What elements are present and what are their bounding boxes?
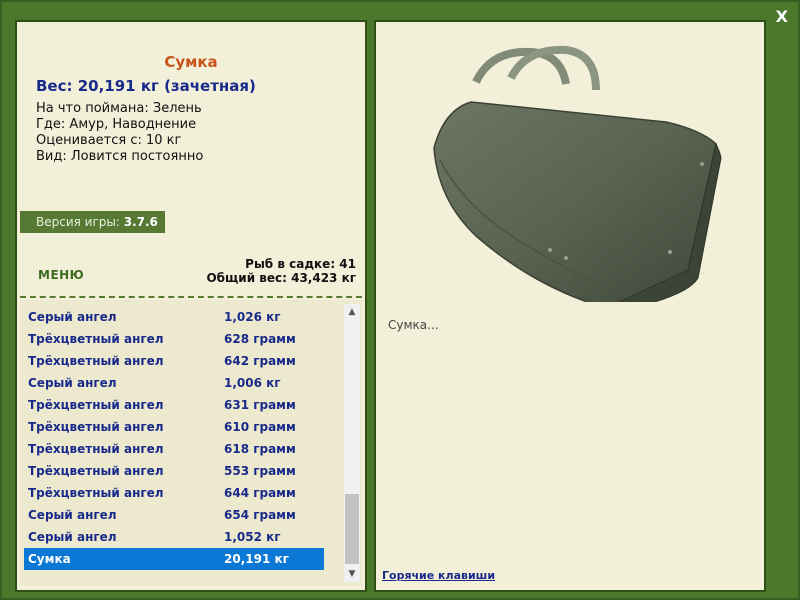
catch-rows: Серый ангел 1,026 кг Трёхцветный ангел 628 … — [24, 306, 324, 570]
catch-row-name: Трёхцветный ангел — [28, 332, 164, 346]
catch-row[interactable]: Трёхцветный ангел 644 грамм — [24, 482, 324, 504]
left-panel: Сумка Вес: 20,191 кг (зачетная) На что п… — [15, 20, 367, 592]
catch-row-weight: 628 грамм — [224, 332, 296, 346]
total-weight: Общий вес: 43,423 кг — [206, 271, 356, 285]
catch-row-weight: 1,006 кг — [224, 376, 281, 390]
detail-bait: На что поймана: Зелень — [36, 101, 202, 116]
scroll-up-icon[interactable]: ▲ — [344, 304, 360, 320]
bag-image — [433, 45, 722, 302]
close-button[interactable]: X — [776, 7, 788, 26]
catch-row-name: Серый ангел — [28, 508, 117, 522]
catch-row[interactable]: Трёхцветный ангел 628 грамм — [24, 328, 324, 350]
detail-location: Где: Амур, Наводнение — [36, 117, 197, 132]
scrollbar[interactable]: ▲ ▼ — [344, 304, 360, 582]
divider — [20, 296, 362, 298]
catch-row-name: Трёхцветный ангел — [28, 442, 164, 456]
catch-row[interactable]: Трёхцветный ангел 618 грамм — [24, 438, 324, 460]
catch-row-weight: 618 грамм — [224, 442, 296, 456]
catch-row-weight: 642 грамм — [224, 354, 296, 368]
catch-row-weight: 1,052 кг — [224, 530, 281, 544]
scroll-thumb[interactable] — [345, 494, 359, 564]
catch-row-weight: 654 грамм — [224, 508, 296, 522]
fish-title: Сумка — [164, 53, 218, 71]
fish-details: На что поймана: Зелень Где: Амур, Наводн… — [36, 101, 203, 165]
catch-row[interactable]: Трёхцветный ангел 642 грамм — [24, 350, 324, 372]
catch-row[interactable]: Серый ангел 1,026 кг — [24, 306, 324, 328]
fish-info: Сумка Вес: 20,191 кг (зачетная) На что п… — [20, 25, 362, 295]
hotkeys-link[interactable]: Горячие клавиши — [382, 569, 495, 582]
catch-row-name: Трёхцветный ангел — [28, 486, 164, 500]
catch-row[interactable]: Трёхцветный ангел 631 грамм — [24, 394, 324, 416]
catch-row-weight: 610 грамм — [224, 420, 296, 434]
item-description: Сумка... — [388, 318, 439, 332]
catch-row[interactable]: Трёхцветный ангел 610 грамм — [24, 416, 324, 438]
catch-row-name: Серый ангел — [28, 530, 117, 544]
catch-row-name: Трёхцветный ангел — [28, 354, 164, 368]
catch-row-weight: 553 грамм — [224, 464, 296, 478]
catch-row-weight: 644 грамм — [224, 486, 296, 500]
catch-row-name: Трёхцветный ангел — [28, 398, 164, 412]
catch-row-name: Серый ангел — [28, 376, 117, 390]
catch-row[interactable]: Серый ангел 654 грамм — [24, 504, 324, 526]
detail-threshold: Оценивается с: 10 кг — [36, 133, 182, 148]
game-window: X Сумка Вес: 20,191 кг (зачетная) На что… — [0, 0, 800, 600]
catch-row[interactable]: Трёхцветный ангел 553 грамм — [24, 460, 324, 482]
catch-row-weight: 20,191 кг — [224, 552, 289, 566]
catch-row[interactable]: Сумка 20,191 кг — [24, 548, 324, 570]
detail-kind: Вид: Ловится постоянно — [36, 149, 204, 164]
catch-list[interactable]: Серый ангел 1,026 кг Трёхцветный ангел 628 … — [20, 300, 362, 586]
version-badge: Версия игры: 3.7.6 — [20, 211, 165, 233]
catch-row-name: Трёхцветный ангел — [28, 464, 164, 478]
catch-row-weight: 1,026 кг — [224, 310, 281, 324]
catch-row-weight: 631 грамм — [224, 398, 296, 412]
catch-row-name: Сумка — [28, 552, 71, 566]
catch-row[interactable]: Серый ангел 1,052 кг — [24, 526, 324, 548]
catch-row-name: Серый ангел — [28, 310, 117, 324]
catch-stats: Рыб в садке: 41 Общий вес: 43,423 кг — [206, 257, 356, 285]
fish-weight: Вес: 20,191 кг (зачетная) — [36, 77, 256, 95]
menu-button[interactable]: МЕНЮ — [38, 268, 84, 282]
version-label: Версия игры: — [36, 215, 120, 229]
scroll-down-icon[interactable]: ▼ — [344, 566, 360, 582]
catch-row[interactable]: Серый ангел 1,006 кг — [24, 372, 324, 394]
fish-count: Рыб в садке: 41 — [245, 257, 356, 271]
catch-row-name: Трёхцветный ангел — [28, 420, 164, 434]
right-panel: Сумка... Горячие клавиши — [374, 20, 766, 592]
version-value: 3.7.6 — [123, 215, 158, 229]
